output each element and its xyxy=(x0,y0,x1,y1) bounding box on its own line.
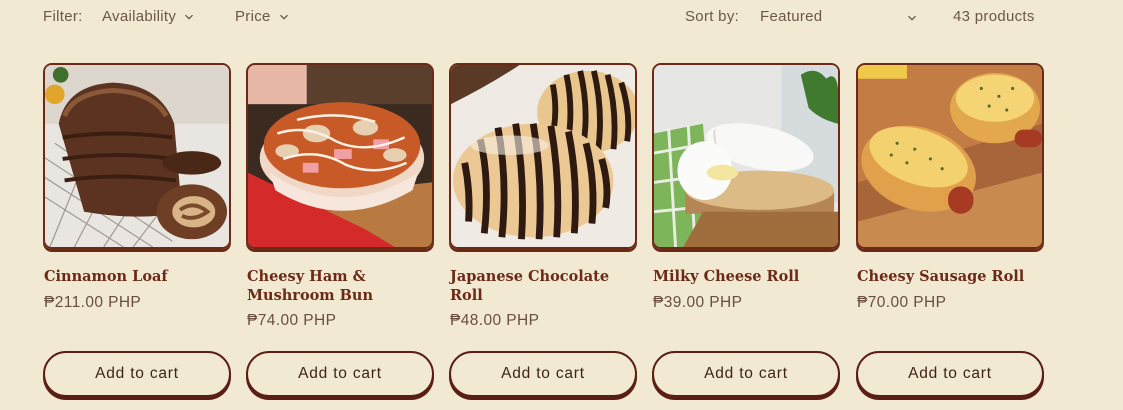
add-to-cart-button[interactable]: Add to cart xyxy=(449,351,637,397)
product-title[interactable]: Japanese Chocolate Roll xyxy=(450,267,636,305)
product-price: ₱211.00 PHP xyxy=(44,294,142,311)
product-price: ₱48.00 PHP xyxy=(450,312,540,329)
product-title[interactable]: Cheesy Sausage Roll xyxy=(857,267,1043,286)
add-to-cart-button[interactable]: Add to cart xyxy=(856,351,1044,397)
price-filter[interactable]: Price xyxy=(235,8,289,25)
chevron-down-icon xyxy=(185,14,194,20)
product-price: ₱70.00 PHP xyxy=(857,294,947,311)
collection-toolbar: Filter: Availability Price Sort by: Feat… xyxy=(0,0,1123,34)
chevron-down-icon xyxy=(908,15,916,21)
product-title[interactable]: Milky Cheese Roll xyxy=(653,267,839,286)
add-to-cart-button[interactable]: Add to cart xyxy=(652,351,840,397)
sort-select[interactable]: Featured xyxy=(760,8,920,25)
product-price: ₱74.00 PHP xyxy=(247,312,337,329)
product-price: ₱39.00 PHP xyxy=(653,294,743,311)
chevron-down-icon xyxy=(279,14,288,20)
product-image-cheesy-ham-mushroom-bun[interactable] xyxy=(246,63,434,249)
product-image-cheesy-sausage-roll[interactable] xyxy=(856,63,1044,249)
product-count: 43 products xyxy=(953,8,1035,25)
filter-label: Filter: xyxy=(43,8,83,25)
sort-label: Sort by: xyxy=(685,8,740,25)
availability-filter-label: Availability xyxy=(102,8,177,25)
product-title[interactable]: Cheesy Ham & Mushroom Bun xyxy=(247,267,433,305)
sort-select-value: Featured xyxy=(760,8,823,25)
availability-filter[interactable]: Availability xyxy=(102,8,194,25)
price-filter-label: Price xyxy=(235,8,271,25)
add-to-cart-button[interactable]: Add to cart xyxy=(43,351,231,397)
product-title[interactable]: Cinnamon Loaf xyxy=(44,267,230,286)
product-image-milky-cheese-roll[interactable] xyxy=(652,63,840,249)
add-to-cart-button[interactable]: Add to cart xyxy=(246,351,434,397)
product-image-japanese-chocolate-roll[interactable] xyxy=(449,63,637,249)
product-image-cinnamon-loaf[interactable] xyxy=(43,63,231,249)
